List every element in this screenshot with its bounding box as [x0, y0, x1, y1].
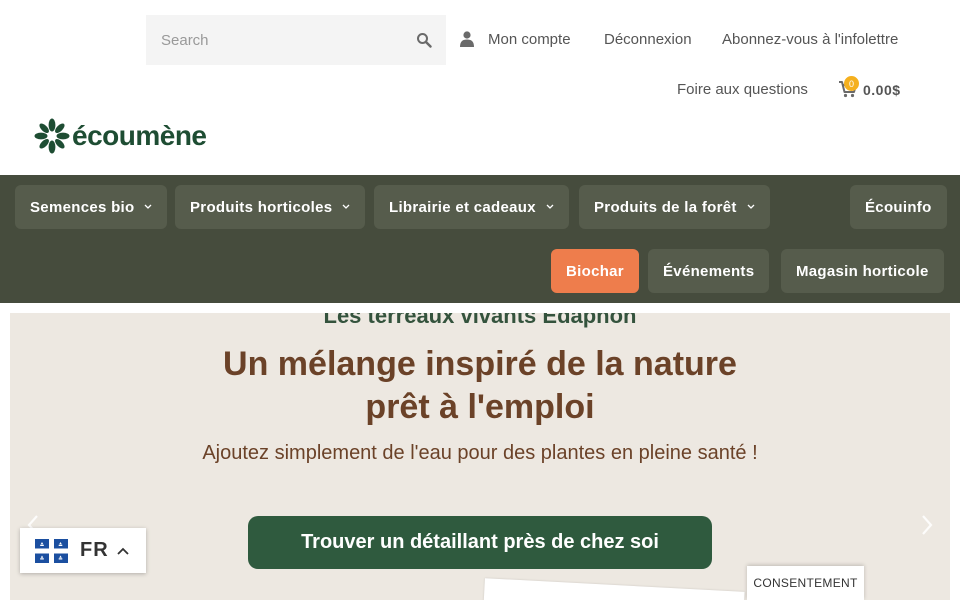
page: Mon compte Déconnexion Abonnez-vous à l'… — [0, 0, 960, 600]
user-icon — [460, 31, 474, 47]
hero-heading: Un mélange inspiré de la nature prêt à l… — [10, 343, 950, 429]
chevron-down-icon — [546, 204, 554, 209]
search-input[interactable] — [146, 15, 396, 65]
chevron-down-icon — [145, 204, 152, 209]
product-card-image — [483, 578, 745, 600]
hero-slider: Les terreaux vivants Édaphon Un mélange … — [10, 313, 950, 600]
slider-next-arrow-icon[interactable] — [920, 513, 934, 537]
cart-count-badge: 0 — [844, 76, 859, 91]
site-logo[interactable]: écoumène — [34, 118, 207, 154]
hero-subheading: Ajoutez simplement de l'eau pour des pla… — [202, 442, 758, 464]
consent-button[interactable]: CONSENTEMENT — [747, 566, 864, 600]
nav-item-librairie-cadeaux[interactable]: Librairie et cadeaux — [374, 185, 569, 229]
newsletter-link[interactable]: Abonnez-vous à l'infolettre — [722, 31, 898, 48]
my-account-link[interactable]: Mon compte — [488, 31, 571, 48]
nav-item-evenements[interactable]: Événements — [648, 249, 770, 293]
main-navigation: Semences bio Produits horticoles Librair… — [0, 175, 960, 303]
logo-text: écoumène — [72, 120, 207, 151]
nav-item-label: Produits horticoles — [190, 198, 333, 216]
nav-item-magasin-horticole[interactable]: Magasin horticole — [781, 249, 944, 293]
find-retailer-button[interactable]: Trouver un détaillant près de chez soi — [248, 516, 712, 569]
language-code: FR — [80, 539, 109, 561]
cart-total[interactable]: 0.00$ — [863, 82, 901, 98]
nav-item-ecouinfo[interactable]: Écouinfo — [850, 185, 947, 229]
nav-item-produits-horticoles[interactable]: Produits horticoles — [175, 185, 366, 229]
nav-item-label: Écouinfo — [865, 198, 932, 216]
chevron-down-icon — [342, 204, 350, 209]
nav-item-label: Magasin horticole — [796, 262, 929, 280]
faq-link[interactable]: Foire aux questions — [677, 81, 808, 98]
leaf-logo-icon — [34, 118, 70, 154]
nav-item-label: Événements — [663, 262, 755, 280]
quebec-flag-icon — [35, 538, 68, 563]
hero-heading-line-2: prêt à l'emploi — [365, 388, 595, 426]
hero-heading-line-1: Un mélange inspiré de la nature — [223, 345, 737, 383]
search-box — [146, 15, 446, 65]
search-icon[interactable] — [416, 32, 432, 48]
nav-item-label: Semences bio — [30, 198, 135, 216]
nav-item-label: Produits de la forêt — [594, 198, 737, 216]
nav-item-semences-bio[interactable]: Semences bio — [15, 185, 168, 229]
logout-link[interactable]: Déconnexion — [604, 31, 692, 48]
chevron-up-icon — [117, 547, 129, 555]
nav-item-label: Biochar — [566, 262, 624, 280]
nav-item-biochar[interactable]: Biochar — [551, 249, 639, 293]
hero-cut-heading: Les terreaux vivants Édaphon — [323, 313, 637, 328]
nav-item-produits-foret[interactable]: Produits de la forêt — [579, 185, 770, 229]
language-switcher[interactable]: FR — [20, 528, 146, 573]
chevron-down-icon — [747, 204, 755, 209]
nav-item-label: Librairie et cadeaux — [389, 198, 536, 216]
